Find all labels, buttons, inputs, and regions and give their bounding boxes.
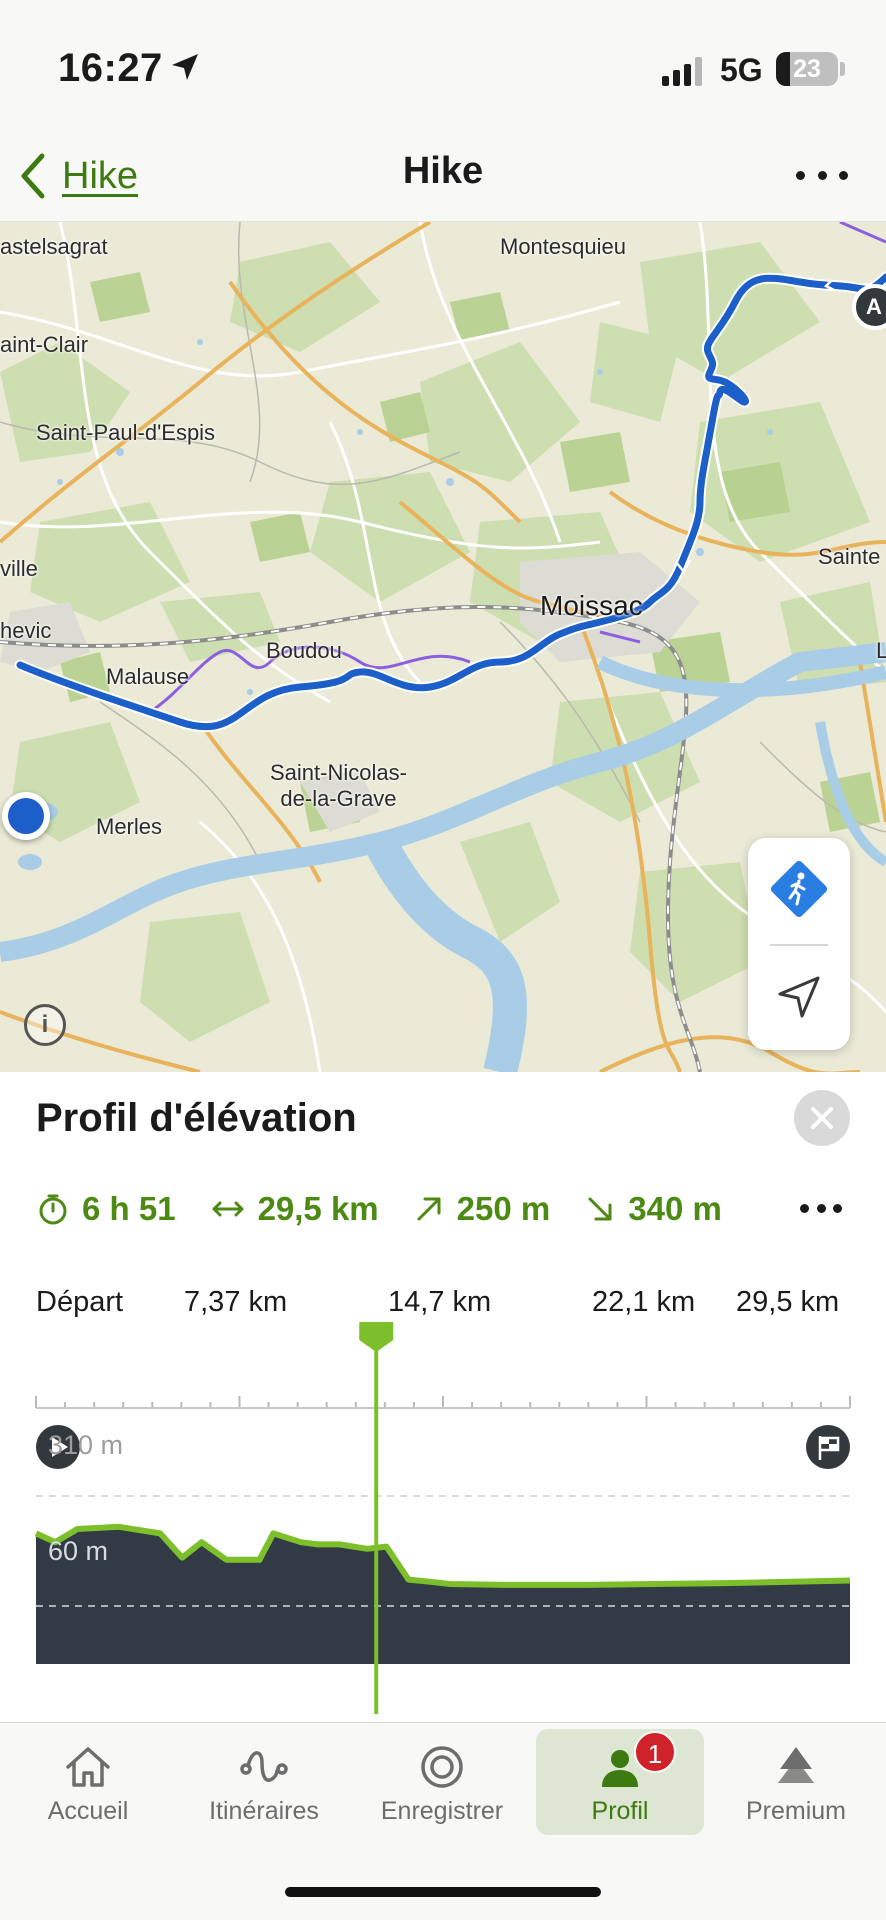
map-info-button[interactable]: i [24,1004,66,1046]
back-button[interactable]: Hike [18,146,138,206]
tab-label: Accueil [47,1797,129,1825]
battery-icon: 23 [776,52,838,86]
elevation-area [36,1526,850,1664]
descent-value: 340 m [628,1190,722,1227]
descent-stat: 340 m [584,1190,722,1228]
close-icon [811,1107,833,1129]
map-place-label: ville [0,556,38,581]
map-town-label-line: de-la-Grave [280,786,397,811]
record-icon [421,1746,463,1788]
status-bar: 16:27 5G 23 [0,0,886,130]
home-indicator [285,1887,601,1897]
max-elevation-label: 310 m [48,1430,124,1460]
elevation-panel: Profil d'élévation 6 h 51 29,5 km 250 m [0,1072,886,1722]
home-icon [66,1747,110,1787]
more-dot-icon [796,170,805,180]
tab-label: Premium [745,1797,846,1825]
map-place-label: Merles [96,814,163,839]
hiking-mode-icon[interactable] [766,856,832,922]
finish-flag-icon [806,1425,850,1469]
more-dot-icon [816,1204,826,1213]
more-dot-icon [800,1204,809,1213]
ascent-arrow-icon [417,1197,441,1221]
map-town-label: Moissac [540,590,643,621]
premium-icon [778,1747,814,1783]
more-dot-icon [839,170,848,180]
descent-arrow-icon [588,1197,612,1221]
tab-premium[interactable]: Premium [712,1729,880,1835]
tab-label: Profil [591,1797,649,1825]
duration-value: 6 h 51 [82,1190,176,1227]
battery-level: 23 [793,55,821,83]
back-label: Hike [62,154,139,197]
map-place-label: aint-Clair [0,332,89,357]
map-place-label: Boudou [266,638,342,663]
tab-accueil[interactable]: Accueil [4,1729,172,1835]
map-controls [748,838,850,1050]
map-place-label: Sainte [818,544,881,569]
chevron-left-icon [21,153,45,199]
notification-badge: 1 [634,1731,676,1773]
ascent-stat: 250 m [413,1190,551,1228]
elevation-chart[interactable] [0,1252,886,1722]
min-elevation-label: 60 m [48,1536,109,1566]
more-dot-icon [817,170,827,180]
route-icon [240,1751,288,1782]
map-place-label: hevic [0,618,52,643]
tab-profil[interactable]: 1 Profil [536,1729,704,1835]
more-options-button[interactable] [796,160,848,190]
tab-itineraires[interactable]: Itinéraires [180,1729,348,1835]
map-town-label-line: Saint-Nicolas- [270,760,407,785]
distance-value: 29,5 km [257,1190,379,1227]
axis-ticks [35,1396,851,1408]
map-place-label: Montesquieu [500,234,626,259]
close-button[interactable] [794,1090,850,1146]
stats-more-button[interactable] [800,1204,842,1216]
timer-icon [39,1194,67,1225]
map-place-label: L [876,638,886,663]
controls-divider [770,944,828,946]
locate-me-icon[interactable] [774,972,824,1022]
route-start-marker[interactable] [2,792,50,840]
distance-arrows-icon [212,1201,244,1217]
signal-icon [662,57,702,86]
more-dot-icon [833,1204,842,1213]
map-place-label: Malause [106,664,190,689]
ascent-value: 250 m [456,1190,551,1227]
map-town-label: Saint-Nicolas- de-la-Grave [270,760,407,812]
panel-title: Profil d'élévation [36,1096,357,1140]
location-arrow-icon [172,54,198,80]
route-stats: 6 h 51 29,5 km 250 m 340 m [36,1184,756,1234]
tab-enregistrer[interactable]: Enregistrer [358,1729,526,1835]
status-time: 16:27 [58,46,163,90]
distance-stat: 29,5 km [210,1190,379,1228]
map-place-label: Saint-Paul-d'Espis [36,420,216,445]
navigation-bar: Hike Hike [0,130,886,222]
tab-label: Itinéraires [209,1797,319,1825]
duration-stat: 6 h 51 [36,1190,176,1228]
map-place-label: astelsagrat [0,234,108,259]
map-view[interactable]: astelsagrat Montesquieu aint-Clair Saint-Pa… [0,222,886,1072]
tab-label: Enregistrer [380,1797,504,1825]
network-type: 5G [720,52,763,88]
battery-cap [840,62,845,76]
